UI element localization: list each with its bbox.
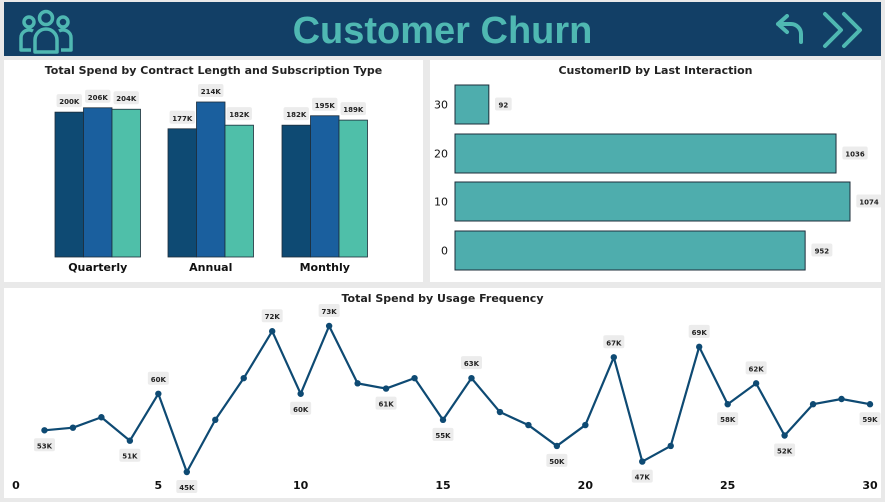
category-label: 30 xyxy=(434,99,448,112)
data-label: 60K xyxy=(151,376,167,384)
data-label: 189K xyxy=(343,106,364,114)
bar xyxy=(111,108,141,258)
x-tick-label: 10 xyxy=(293,479,309,492)
data-label: 45K xyxy=(179,484,195,492)
data-point xyxy=(610,354,617,361)
data-label: 92 xyxy=(498,102,508,110)
data-point xyxy=(439,416,447,424)
data-label: 69K xyxy=(692,329,708,337)
bar xyxy=(454,84,490,125)
x-tick-label: 15 xyxy=(435,479,450,492)
data-point xyxy=(838,395,845,403)
data-point xyxy=(269,328,276,335)
bar xyxy=(54,111,84,258)
last-interaction-chart: 30 92 20 1036 10 1074 0 952 xyxy=(434,84,881,271)
data-label: 177K xyxy=(172,115,193,123)
usage-frequency-chart: 53K 51K 60K 45K 72K 60K 73K 61K 55K 63K 50K 67K 47K 6… xyxy=(12,304,881,493)
data-point xyxy=(752,380,760,387)
data-label: 47K xyxy=(635,474,651,482)
data-label: 60K xyxy=(293,406,309,414)
bar xyxy=(224,124,254,258)
data-point xyxy=(809,401,817,408)
category-label: Quarterly xyxy=(68,261,127,274)
data-label: 72K xyxy=(265,313,281,321)
data-label: 214K xyxy=(201,88,222,96)
bar xyxy=(196,101,226,258)
data-point xyxy=(41,427,48,434)
bar xyxy=(454,230,806,271)
data-point xyxy=(553,442,561,450)
data-point xyxy=(126,437,134,444)
x-tick-label: 25 xyxy=(720,479,735,492)
data-point xyxy=(496,408,504,416)
page-title: Customer Churn xyxy=(292,10,593,52)
data-point xyxy=(724,401,731,408)
data-label: 55K xyxy=(435,432,451,440)
category-label: 20 xyxy=(434,148,448,161)
category-label: 0 xyxy=(441,245,448,258)
data-point xyxy=(639,458,646,465)
data-point xyxy=(468,374,475,382)
data-point xyxy=(98,414,105,421)
x-tick-label: 5 xyxy=(155,479,163,492)
data-point xyxy=(69,424,77,431)
data-label: 63K xyxy=(464,360,480,368)
data-point xyxy=(325,322,333,330)
data-point xyxy=(667,442,674,450)
data-point xyxy=(354,380,361,387)
bar xyxy=(167,128,197,258)
bar xyxy=(454,133,837,174)
data-label: 195K xyxy=(315,102,336,110)
header-bar: Customer Churn xyxy=(4,2,881,56)
category-label: Monthly xyxy=(300,261,350,274)
x-tick-label: 0 xyxy=(12,479,20,492)
x-tick-label: 20 xyxy=(578,479,594,492)
bar xyxy=(338,119,368,258)
category-label: 10 xyxy=(434,196,448,209)
data-label: 182K xyxy=(286,111,307,119)
data-point xyxy=(155,390,162,397)
last-interaction-panel: CustomerID by Last Interaction 30 92 20 103… xyxy=(430,60,881,282)
data-label: 206K xyxy=(88,94,109,102)
data-label: 204K xyxy=(116,95,137,103)
bar xyxy=(310,115,340,258)
data-point xyxy=(696,343,703,351)
data-label: 952 xyxy=(815,248,830,256)
usage-frequency-panel: Total Spend by Usage Frequency 53K 51K 60K… xyxy=(4,288,881,498)
data-label: 73K xyxy=(322,308,338,316)
data-point xyxy=(240,374,247,382)
bar xyxy=(83,107,113,258)
spend-by-contract-panel: Total Spend by Contract Length and Subsc… xyxy=(4,60,423,282)
bar xyxy=(454,181,851,222)
data-point xyxy=(183,468,190,476)
data-point xyxy=(382,385,390,392)
x-tick-label: 30 xyxy=(862,479,878,492)
data-label: 59K xyxy=(862,416,878,424)
data-label: 53K xyxy=(37,442,53,450)
data-label: 182K xyxy=(229,111,250,119)
data-label: 1036 xyxy=(845,151,865,159)
bar xyxy=(281,124,311,258)
data-point xyxy=(582,421,589,429)
back-arrow-icon[interactable] xyxy=(774,14,806,44)
data-label: 58K xyxy=(720,416,736,424)
data-point xyxy=(525,421,532,429)
data-label: 50K xyxy=(549,458,565,466)
data-label: 200K xyxy=(59,98,80,106)
data-label: 52K xyxy=(777,448,793,456)
data-label: 67K xyxy=(606,339,622,347)
data-label: 62K xyxy=(749,365,765,373)
data-point xyxy=(411,374,418,382)
forward-chevrons-icon[interactable] xyxy=(820,10,872,50)
category-label: Annual xyxy=(189,261,232,274)
data-point xyxy=(297,390,304,397)
data-label: 1074 xyxy=(859,199,879,207)
data-point xyxy=(212,416,219,424)
data-label: 61K xyxy=(378,401,394,409)
data-label: 51K xyxy=(122,453,138,461)
series-line xyxy=(44,324,871,474)
data-point xyxy=(781,432,788,439)
spend-by-contract-chart: 200K 206K 204K Quarterly 177K 214K 182K Annual 1… xyxy=(54,84,368,274)
data-point xyxy=(866,401,874,408)
